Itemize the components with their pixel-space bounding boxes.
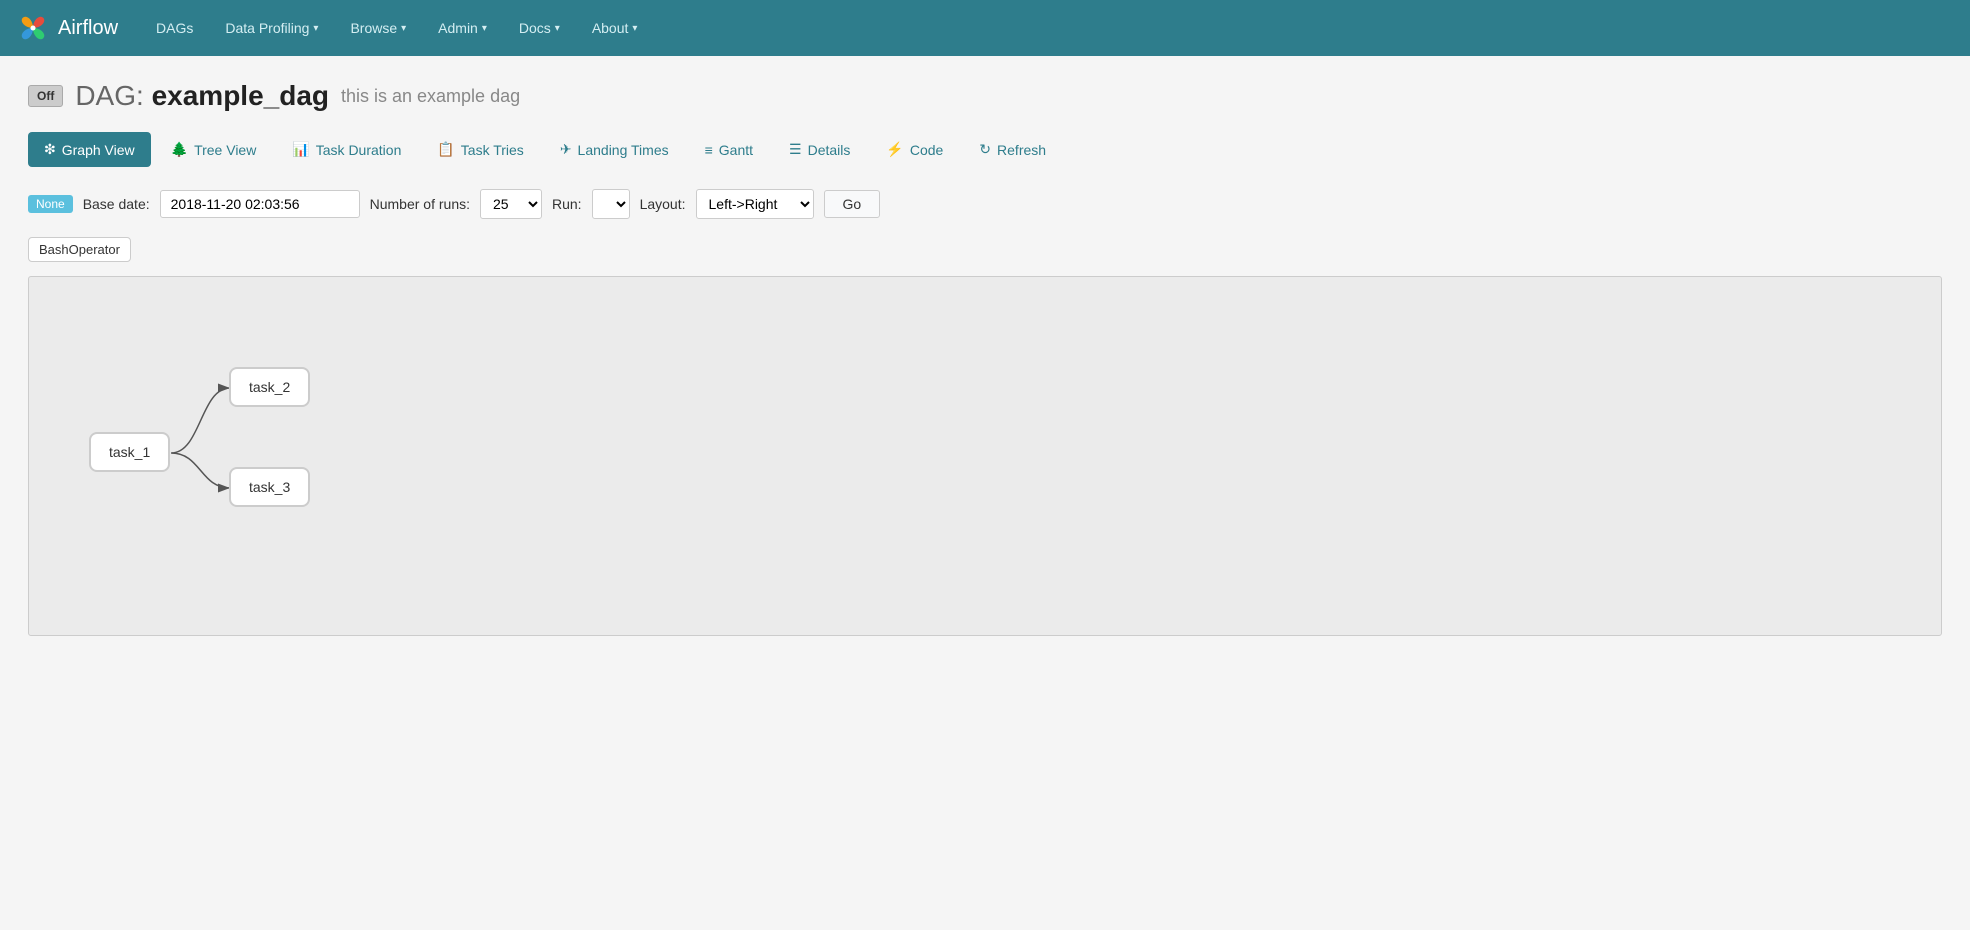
tab-code-label: Code	[910, 142, 943, 158]
dag-description: this is an example dag	[341, 86, 520, 107]
task-duration-icon: 📊	[292, 141, 309, 158]
nav-logo-text: Airflow	[58, 17, 118, 40]
tab-gantt[interactable]: ≡ Gantt	[689, 133, 769, 167]
task-node-task2[interactable]: task_2	[229, 367, 310, 407]
layout-label: Layout:	[640, 196, 686, 212]
code-icon: ⚡	[886, 141, 903, 158]
tab-landing-times[interactable]: ✈ Landing Times	[544, 132, 685, 167]
graph-svg	[29, 277, 1941, 635]
dag-toggle[interactable]: Off	[28, 85, 63, 107]
nav-browse[interactable]: Browse ▾	[336, 12, 420, 44]
tab-details[interactable]: ☰ Details	[773, 132, 866, 167]
nav-about[interactable]: About ▾	[578, 12, 652, 44]
task-node-task1[interactable]: task_1	[89, 432, 170, 472]
run-label: Run:	[552, 196, 582, 212]
nav-dags[interactable]: DAGs	[142, 12, 207, 44]
base-date-label: Base date:	[83, 196, 150, 212]
legend-bash-operator-label: BashOperator	[39, 242, 120, 257]
tab-details-label: Details	[808, 142, 851, 158]
details-icon: ☰	[789, 141, 802, 158]
nav-docs-caret: ▾	[555, 23, 560, 34]
controls-bar: None Base date: Number of runs: 25 10 50…	[28, 189, 1942, 219]
layout-select[interactable]: Left->Right Top->Bottom	[696, 189, 814, 219]
base-date-input[interactable]	[160, 190, 360, 218]
dag-header: Off DAG: example_dag this is an example …	[28, 80, 1942, 112]
tab-task-duration[interactable]: 📊 Task Duration	[276, 132, 417, 167]
tab-graph-view-label: Graph View	[62, 142, 135, 158]
task-node-task3[interactable]: task_3	[229, 467, 310, 507]
tab-task-tries-label: Task Tries	[461, 142, 524, 158]
num-runs-select[interactable]: 25 10 50 100	[480, 189, 542, 219]
nav-browse-caret: ▾	[401, 23, 406, 34]
nav-docs[interactable]: Docs ▾	[505, 12, 574, 44]
nav-data-profiling[interactable]: Data Profiling ▾	[211, 12, 332, 44]
task-tries-icon: 📋	[437, 141, 454, 158]
dag-title-prefix: DAG:	[75, 80, 143, 111]
tree-view-icon: 🌲	[171, 141, 188, 158]
refresh-icon: ↻	[979, 141, 991, 158]
tab-gantt-label: Gantt	[719, 142, 753, 158]
dag-name: example_dag	[152, 80, 329, 111]
nav-admin[interactable]: Admin ▾	[424, 12, 501, 44]
nav-logo[interactable]: Airflow	[16, 11, 118, 45]
legend-bash-operator: BashOperator	[28, 237, 131, 262]
tab-refresh-label: Refresh	[997, 142, 1046, 158]
nav-about-caret: ▾	[632, 23, 637, 34]
tab-landing-times-label: Landing Times	[578, 142, 669, 158]
graph-view-icon: ❇	[44, 141, 56, 158]
main-content: Off DAG: example_dag this is an example …	[0, 56, 1970, 660]
none-badge: None	[28, 195, 73, 213]
gantt-icon: ≡	[705, 142, 713, 158]
pinwheel-icon	[16, 11, 50, 45]
landing-times-icon: ✈	[560, 141, 572, 158]
graph-canvas: task_1 task_2 task_3	[28, 276, 1942, 636]
tab-tree-view-label: Tree View	[194, 142, 256, 158]
tabs-bar: ❇ Graph View 🌲 Tree View 📊 Task Duration…	[28, 132, 1942, 167]
num-runs-label: Number of runs:	[370, 196, 470, 212]
nav-links: DAGs Data Profiling ▾ Browse ▾ Admin ▾ D…	[142, 12, 651, 44]
tab-tree-view[interactable]: 🌲 Tree View	[155, 132, 273, 167]
nav-data-profiling-caret: ▾	[313, 23, 318, 34]
dag-title: DAG: example_dag	[75, 80, 329, 112]
tab-task-duration-label: Task Duration	[316, 142, 402, 158]
tab-code[interactable]: ⚡ Code	[870, 132, 959, 167]
navbar: Airflow DAGs Data Profiling ▾ Browse ▾ A…	[0, 0, 1970, 56]
legend: BashOperator	[28, 237, 1942, 262]
tab-graph-view[interactable]: ❇ Graph View	[28, 132, 151, 167]
go-button[interactable]: Go	[824, 190, 881, 218]
nav-admin-caret: ▾	[482, 23, 487, 34]
tab-refresh[interactable]: ↻ Refresh	[963, 132, 1062, 167]
tab-task-tries[interactable]: 📋 Task Tries	[421, 132, 539, 167]
run-select[interactable]	[592, 189, 630, 219]
